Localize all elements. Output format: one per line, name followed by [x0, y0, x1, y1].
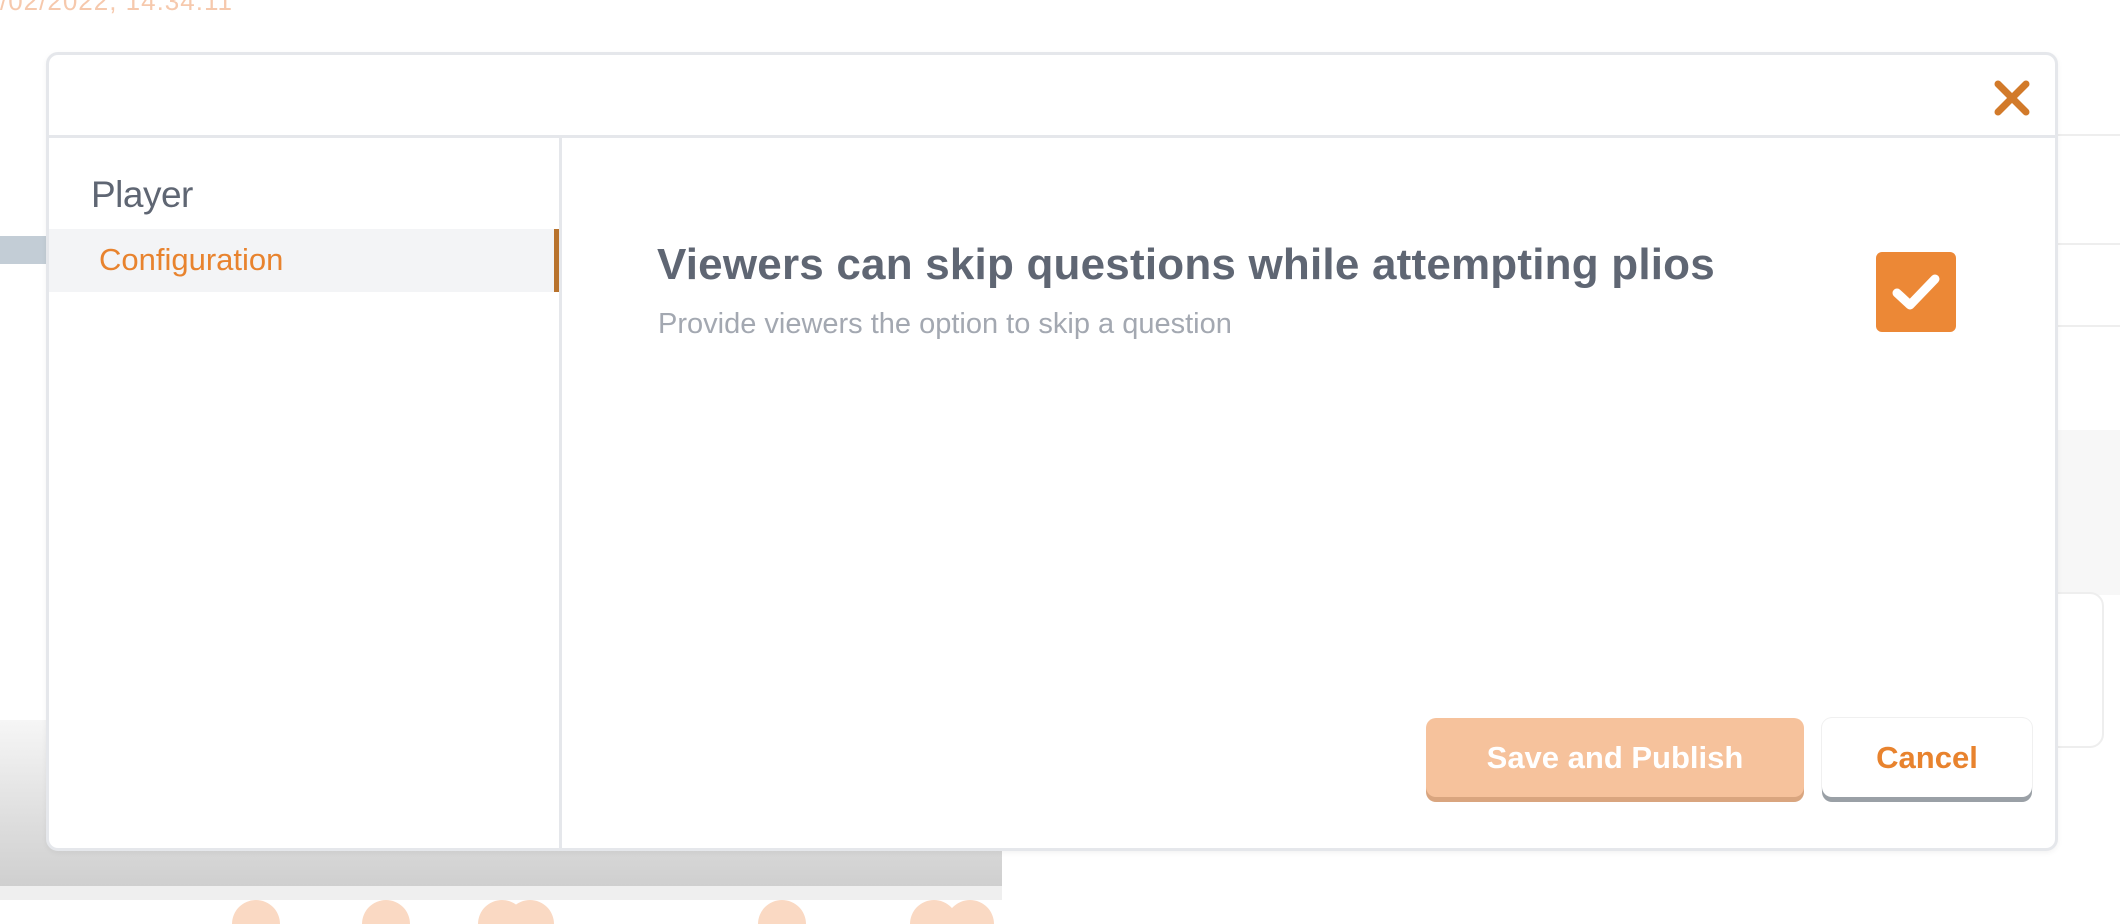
background-divider	[2054, 325, 2120, 327]
modal-header	[49, 55, 2055, 138]
background-marker	[758, 900, 806, 924]
background-divider	[2054, 243, 2120, 245]
background-divider	[2054, 134, 2120, 136]
page: /02/2022, 14:34:11 Player Configuration	[0, 0, 2120, 924]
background-marker	[946, 900, 994, 924]
skip-questions-checkbox[interactable]	[1876, 252, 1956, 332]
background-marker	[362, 900, 410, 924]
settings-modal: Player Configuration Viewers can skip qu…	[46, 52, 2058, 851]
background-panel	[2054, 430, 2120, 595]
cancel-button[interactable]: Cancel	[1822, 718, 2032, 797]
checkmark-icon	[1892, 274, 1940, 310]
background-timestamp: /02/2022, 14:34:11	[0, 0, 233, 16]
close-button[interactable]	[1989, 75, 2035, 121]
setting-title: Viewers can skip questions while attempt…	[657, 240, 1715, 289]
sidebar-item-label: Configuration	[99, 242, 284, 277]
sidebar-heading: Player	[91, 174, 193, 215]
background-timeline	[0, 886, 1002, 900]
sidebar-item-configuration[interactable]: Configuration	[49, 229, 559, 292]
settings-sidebar: Player Configuration	[49, 138, 562, 848]
save-and-publish-button[interactable]: Save and Publish	[1426, 718, 1804, 797]
background-marker	[232, 900, 280, 924]
setting-description: Provide viewers the option to skip a que…	[658, 308, 1232, 340]
settings-content: Viewers can skip questions while attempt…	[562, 138, 2055, 848]
close-x-icon	[1994, 80, 2030, 116]
